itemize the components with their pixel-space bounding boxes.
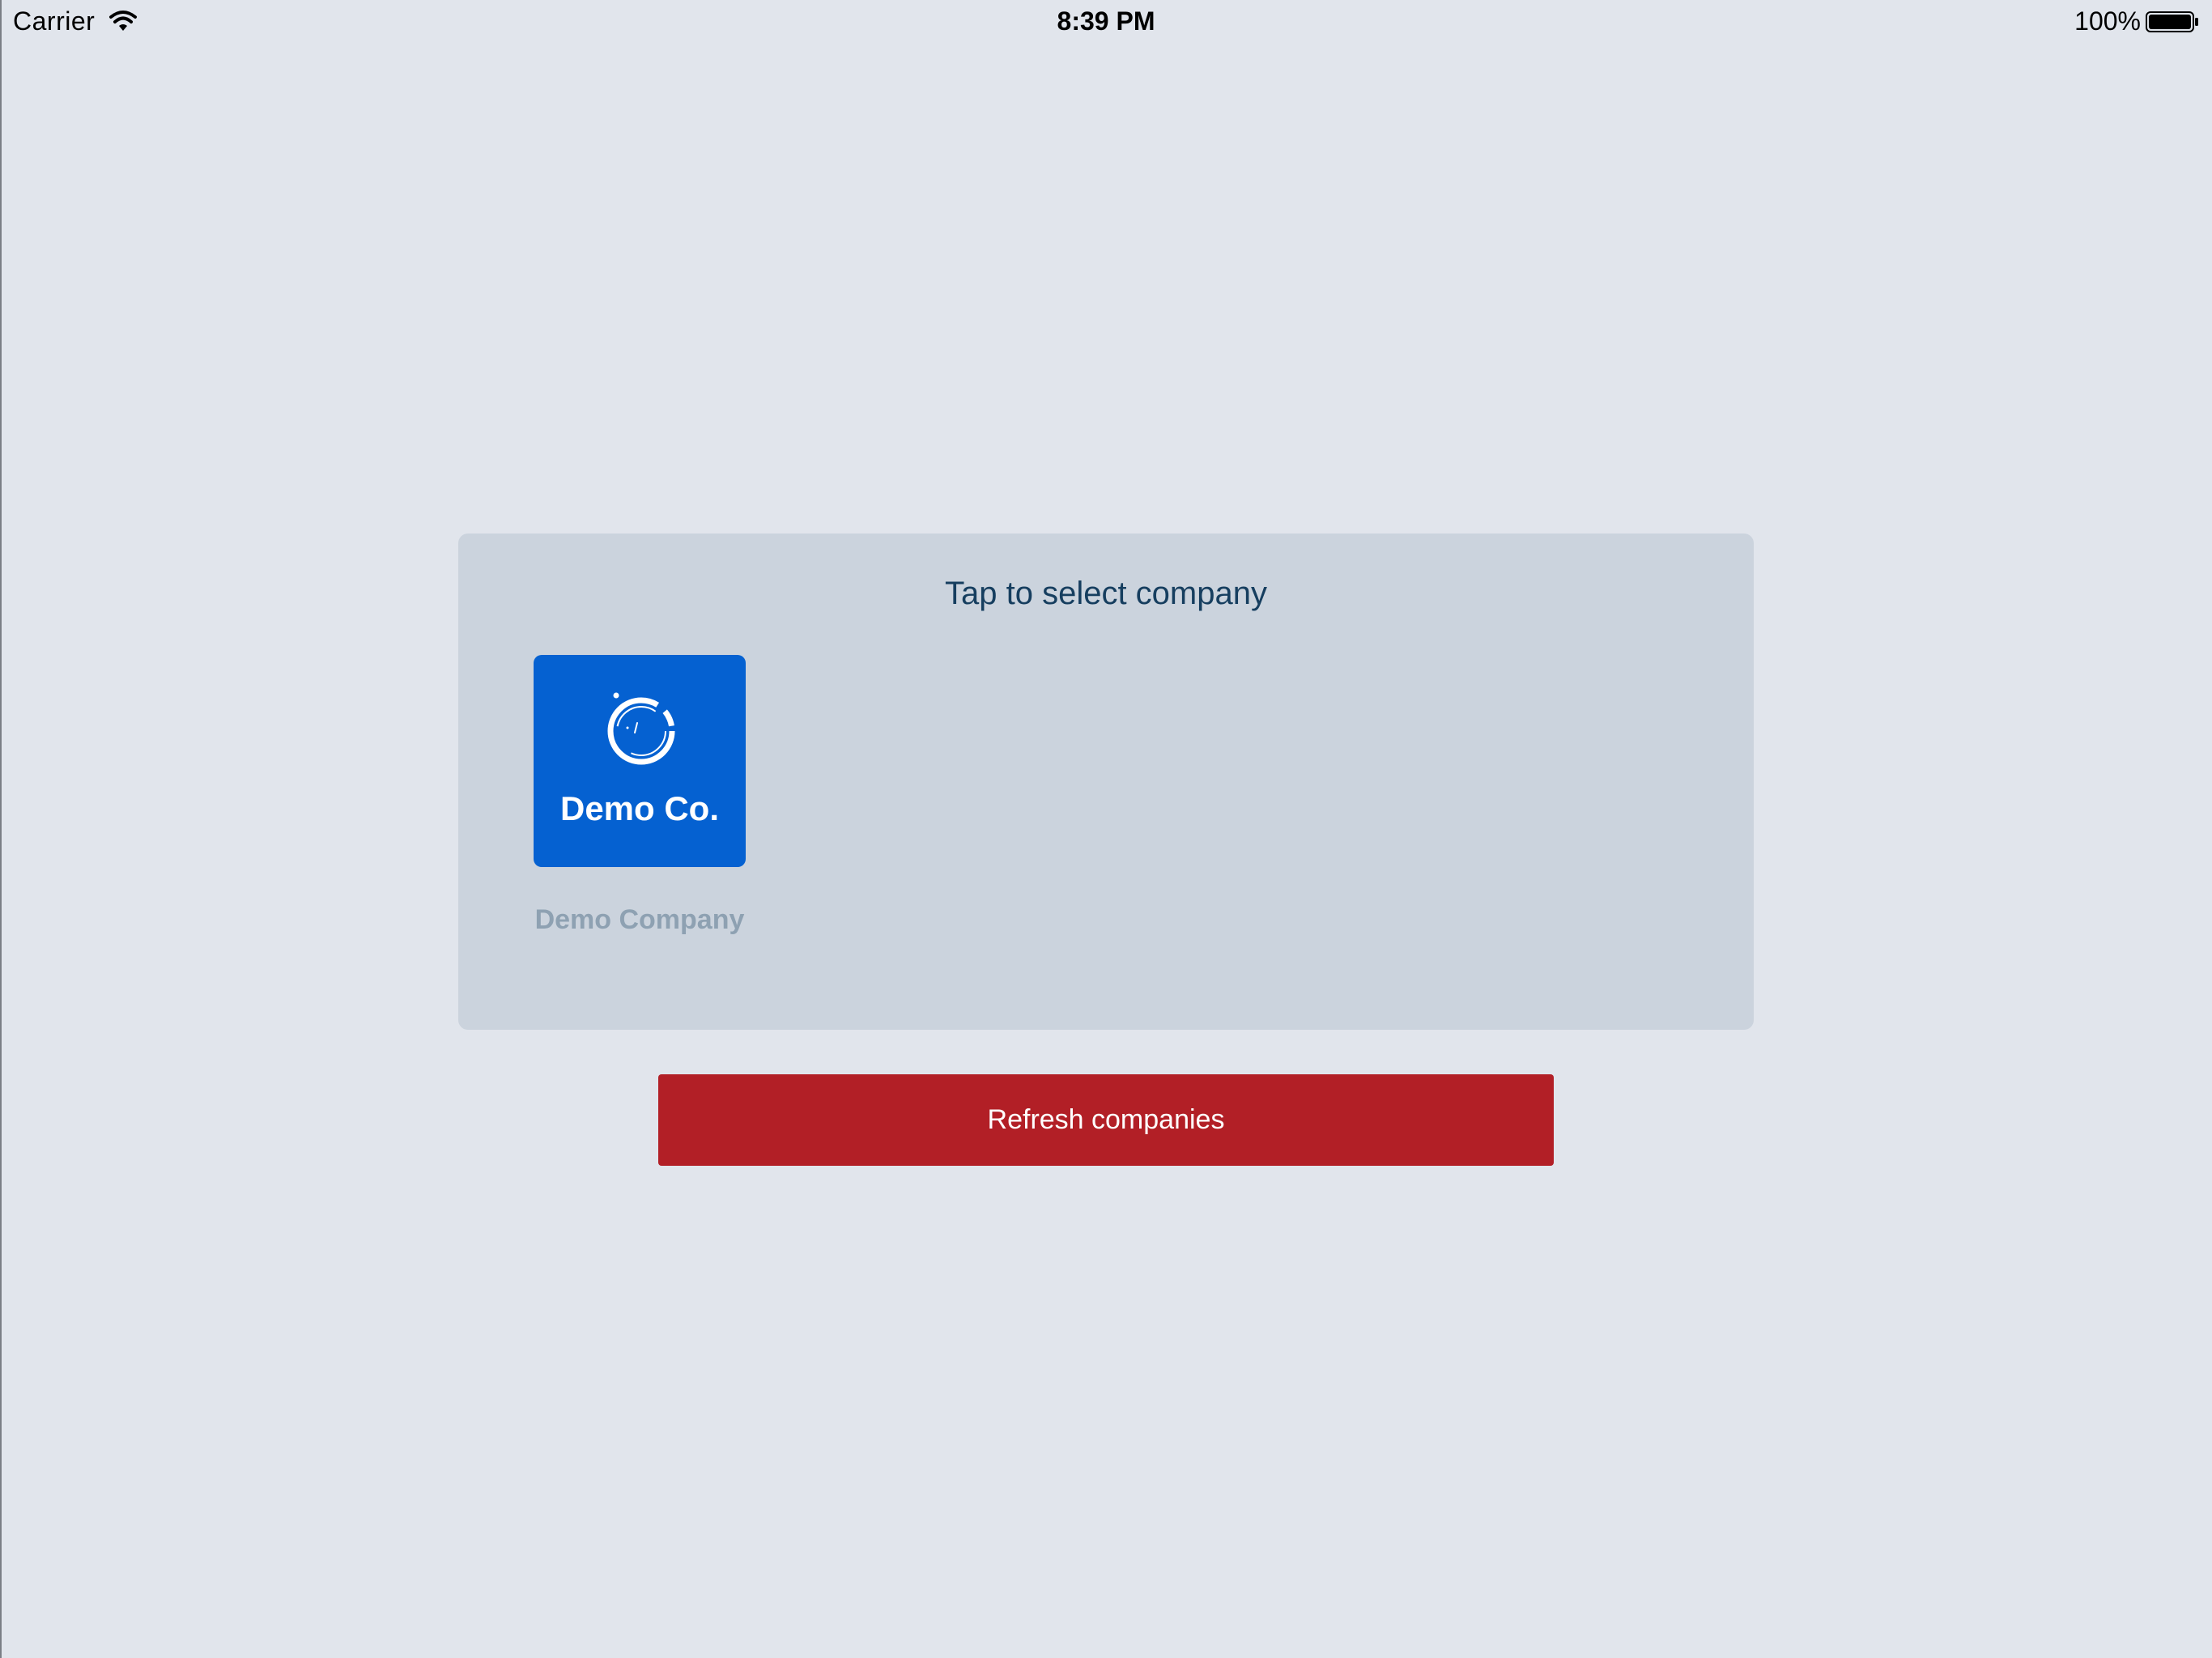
company-select-screen: Carrier 8:39 PM 100% Tap to select compa… xyxy=(0,0,2212,1658)
company-tile-demo[interactable]: Demo Co. xyxy=(534,655,746,867)
company-picker-card: Tap to select company Demo Co. Demo Comp… xyxy=(458,534,1754,1030)
circle-logo-icon xyxy=(607,692,675,765)
picker-title: Tap to select company xyxy=(945,576,1267,611)
left-edge-divider xyxy=(0,0,2,1658)
company-logo-text: Demo Co. xyxy=(559,789,719,827)
status-time: 8:39 PM xyxy=(1057,6,1155,36)
refresh-companies-button[interactable]: Refresh companies xyxy=(658,1074,1554,1166)
company-name-label[interactable]: Demo Company xyxy=(501,904,778,936)
battery-icon xyxy=(2146,11,2198,32)
status-bar: Carrier 8:39 PM 100% xyxy=(0,0,2212,44)
battery-percent: 100% xyxy=(2074,6,2141,36)
